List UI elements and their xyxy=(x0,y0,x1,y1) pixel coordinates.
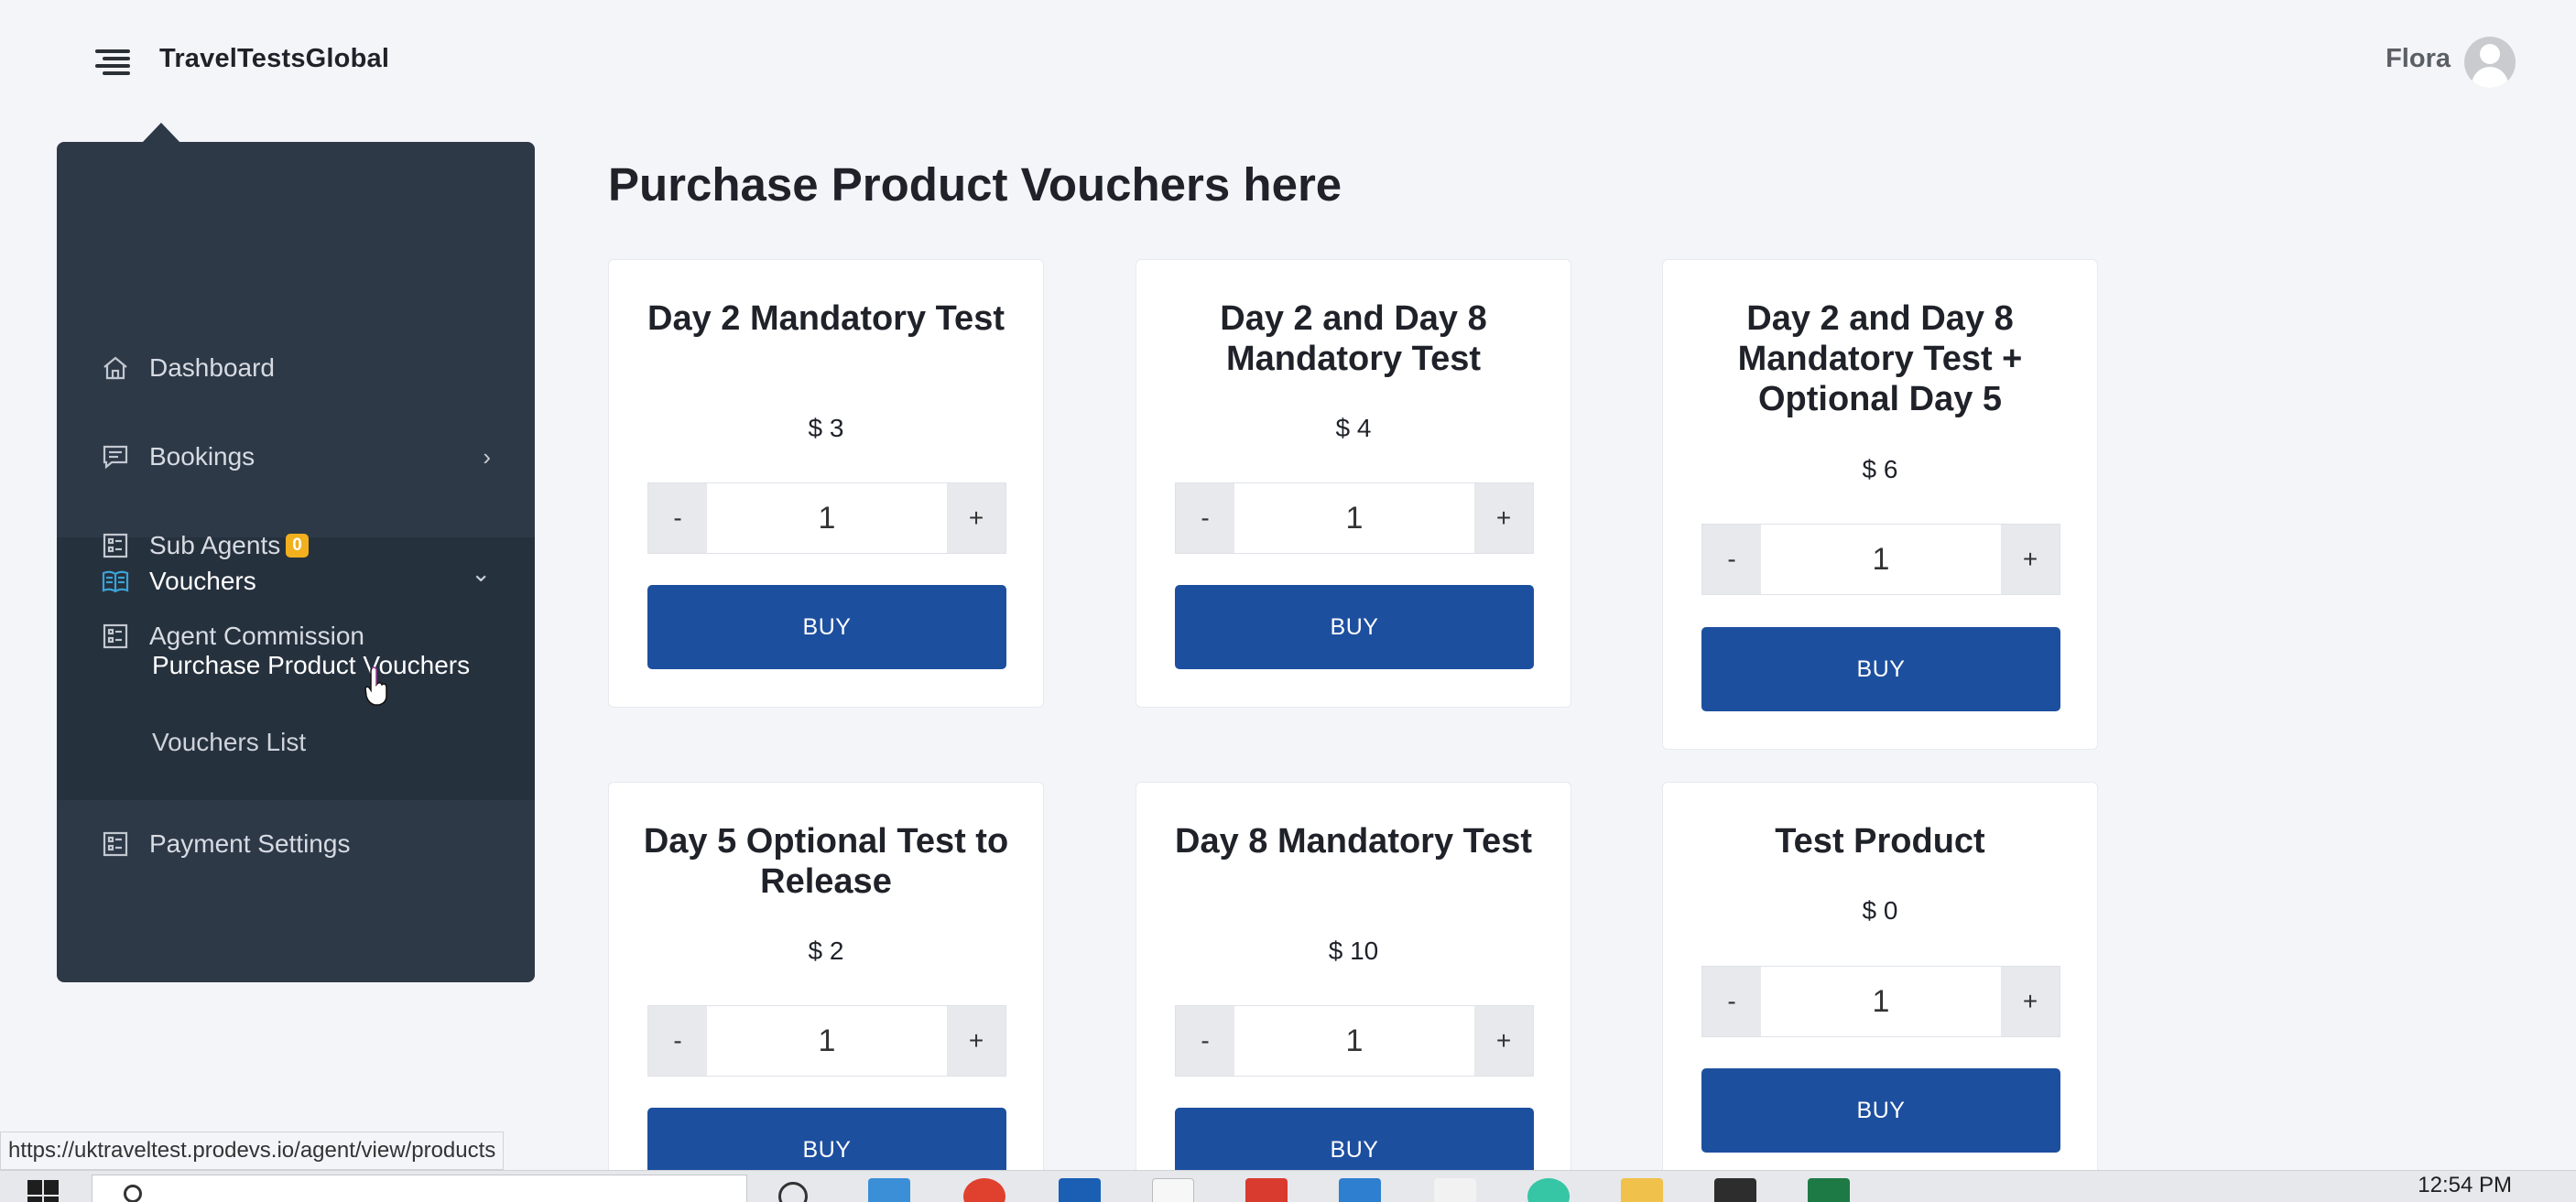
product-title: Day 8 Mandatory Test xyxy=(1175,822,1532,861)
hamburger-icon[interactable] xyxy=(95,48,130,75)
quantity-input[interactable] xyxy=(1761,525,2001,594)
buy-button[interactable]: BUY xyxy=(1175,585,1534,669)
increment-button[interactable]: + xyxy=(947,483,1005,553)
gmail-icon[interactable] xyxy=(1245,1178,1288,1202)
chat-icon xyxy=(103,445,128,470)
product-card: Day 2 and Day 8 Mandatory Test + Optiona… xyxy=(1662,259,2098,750)
taskbar-clock: 12:54 PM xyxy=(2418,1173,2512,1197)
sidebar-pointer xyxy=(142,123,180,143)
folder-icon[interactable] xyxy=(1621,1178,1663,1202)
chevron-down-icon: ⌄ xyxy=(471,559,491,587)
decrement-button[interactable]: - xyxy=(1176,1006,1234,1076)
sidebar-item-label: Agent Commission xyxy=(149,622,364,650)
user-name[interactable]: Flora xyxy=(2386,44,2451,74)
product-title: Day 2 Mandatory Test xyxy=(647,299,1005,338)
decrement-button[interactable]: - xyxy=(1702,525,1761,594)
product-card: Day 2 and Day 8 Mandatory Test $ 4 - + B… xyxy=(1136,259,1571,708)
windows-start-icon[interactable] xyxy=(27,1180,60,1202)
chevron-right-icon: › xyxy=(483,442,491,471)
quantity-stepper: - + xyxy=(1701,966,2060,1037)
increment-button[interactable]: + xyxy=(947,1006,1005,1076)
product-title: Test Product xyxy=(1775,822,1985,861)
product-price: $ 3 xyxy=(808,414,844,442)
quantity-input[interactable] xyxy=(707,483,947,553)
user-avatar-icon[interactable] xyxy=(2464,37,2516,88)
product-price: $ 2 xyxy=(808,937,844,965)
quantity-input[interactable] xyxy=(707,1006,947,1076)
sidebar-item-vouchers[interactable]: Vouchers ⌄ xyxy=(57,537,535,625)
product-card: Test Product $ 0 - + BUY xyxy=(1662,782,2098,1185)
quantity-stepper: - + xyxy=(1701,524,2060,595)
buy-button[interactable]: BUY xyxy=(1701,1068,2060,1153)
product-card: Day 8 Mandatory Test $ 10 - + BUY xyxy=(1136,782,1571,1192)
slack-icon[interactable] xyxy=(1527,1178,1570,1202)
sidebar-item-label: Bookings xyxy=(149,442,255,471)
decrement-button[interactable]: - xyxy=(648,1006,707,1076)
sidebar-item-label: Payment Settings xyxy=(149,829,351,858)
status-bar-url: https://uktraveltest.prodevs.io/agent/vi… xyxy=(0,1132,505,1170)
product-price: $ 0 xyxy=(1862,896,1898,925)
sidebar-item-payment-settings[interactable]: Payment Settings xyxy=(57,800,535,888)
quantity-stepper: - + xyxy=(1175,1005,1534,1077)
quantity-stepper: - + xyxy=(647,1005,1006,1077)
product-price: $ 4 xyxy=(1335,414,1372,442)
product-card: Day 2 Mandatory Test $ 3 - + BUY xyxy=(608,259,1044,708)
product-title: Day 2 and Day 8 Mandatory Test xyxy=(1220,299,1487,378)
terminal-icon[interactable] xyxy=(1714,1178,1756,1202)
decrement-button[interactable]: - xyxy=(1176,483,1234,553)
increment-button[interactable]: + xyxy=(2001,967,2060,1036)
quantity-input[interactable] xyxy=(1234,483,1474,553)
maps-icon[interactable] xyxy=(1434,1178,1476,1202)
cortana-icon[interactable] xyxy=(778,1182,808,1202)
taskbar-search-input[interactable] xyxy=(92,1175,747,1202)
buy-button[interactable]: BUY xyxy=(1701,627,2060,711)
home-icon xyxy=(103,356,127,380)
decrement-button[interactable]: - xyxy=(1702,967,1761,1036)
buy-button[interactable]: BUY xyxy=(647,585,1006,669)
sidebar-subitem-vouchers-list[interactable]: Vouchers List xyxy=(152,728,306,757)
product-price: $ 10 xyxy=(1328,937,1379,965)
brand-logo-text[interactable]: TravelTestsGlobal xyxy=(159,44,389,74)
app-icon[interactable] xyxy=(868,1178,910,1202)
search-icon xyxy=(124,1185,142,1202)
sidebar-item-label: Vouchers xyxy=(149,567,256,595)
quantity-input[interactable] xyxy=(1234,1006,1474,1076)
chrome-icon[interactable] xyxy=(963,1178,1005,1202)
increment-button[interactable]: + xyxy=(1474,483,1533,553)
hand-cursor-icon xyxy=(364,666,387,706)
sidebar: Dashboard Bookings › Sub Agents 0 Agent C… xyxy=(57,142,535,982)
quantity-stepper: - + xyxy=(647,482,1006,554)
excel-icon[interactable] xyxy=(1808,1178,1850,1202)
sidebar-item-label: Dashboard xyxy=(149,353,275,382)
product-card: Day 5 Optional Test to Release $ 2 - + B… xyxy=(608,782,1044,1192)
product-price: $ 6 xyxy=(1862,455,1898,483)
sidebar-item-bookings[interactable]: Bookings › xyxy=(57,413,535,501)
product-title: Day 5 Optional Test to Release xyxy=(643,822,1009,901)
quantity-stepper: - + xyxy=(1175,482,1534,554)
list-icon xyxy=(103,831,128,857)
taskbar: 12:54 PM xyxy=(0,1170,2576,1202)
vscode-icon[interactable] xyxy=(1339,1178,1381,1202)
list-icon xyxy=(103,623,128,649)
book-icon xyxy=(102,570,129,593)
sidebar-item-dashboard[interactable]: Dashboard xyxy=(57,324,535,412)
mail-icon[interactable] xyxy=(1059,1178,1101,1202)
store-icon[interactable] xyxy=(1152,1178,1194,1202)
increment-button[interactable]: + xyxy=(1474,1006,1533,1076)
page-title: Purchase Product Vouchers here xyxy=(608,158,1342,211)
top-header: TravelTestsGlobal Flora xyxy=(0,0,2576,124)
quantity-input[interactable] xyxy=(1761,967,2001,1036)
product-title: Day 2 and Day 8 Mandatory Test + Optiona… xyxy=(1737,299,2023,418)
sidebar-subitem-purchase-product-vouchers[interactable]: Purchase Product Vouchers xyxy=(152,651,470,680)
increment-button[interactable]: + xyxy=(2001,525,2060,594)
decrement-button[interactable]: - xyxy=(648,483,707,553)
